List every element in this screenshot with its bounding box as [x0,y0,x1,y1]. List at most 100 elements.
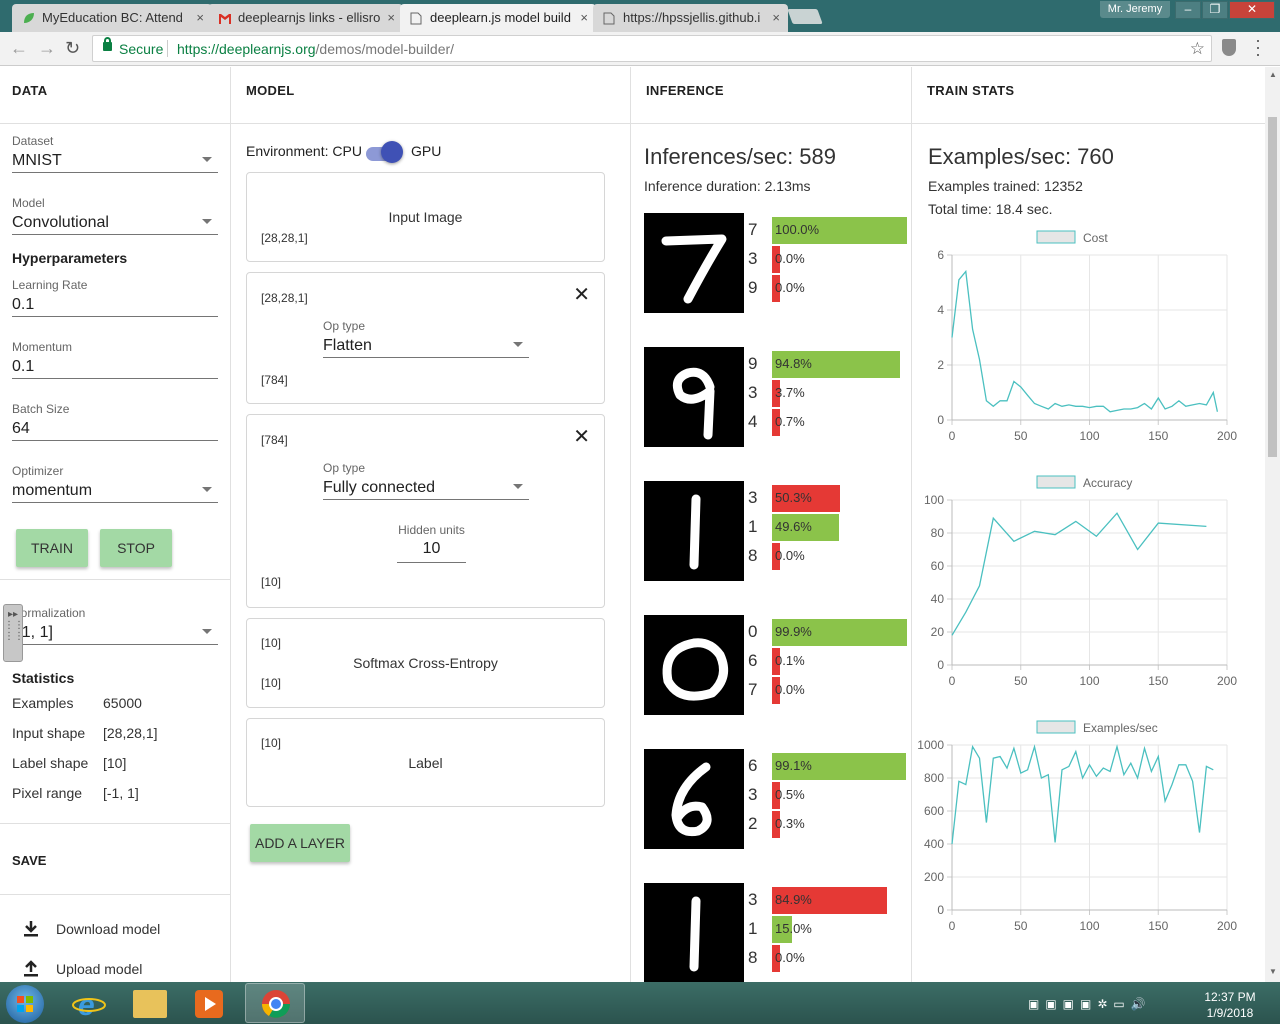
scrollbar-thumb[interactable] [1268,117,1277,457]
caret-down-icon [202,219,212,224]
close-icon[interactable]: × [196,10,204,25]
x-tick-label: 0 [949,674,956,688]
scroll-up-icon[interactable]: ▲ [1269,70,1277,79]
stat-input-shape: Input shape [28,28,1] [12,725,158,741]
layer-name: Input Image [388,209,463,225]
stop-button[interactable]: STOP [100,529,172,567]
hidden-units-input[interactable]: Hidden units 10 [397,523,466,563]
batch-size-label: Batch Size [12,402,70,416]
tab-model-builder[interactable]: deeplearn.js model build × [400,4,596,32]
input-layer-card: Input Image [28,28,1] [246,172,605,262]
x-tick-label: 200 [1217,919,1237,933]
chrome-taskbar-button[interactable] [245,983,305,1023]
minimize-button[interactable]: – [1175,1,1201,19]
gpu-label: GPU [411,143,442,159]
back-arrow-icon[interactable]: ← [10,38,28,59]
clock[interactable]: 12:37 PM 1/9/2018 [1190,989,1270,1021]
legend-label: Examples/sec [1083,721,1158,735]
optimizer-label: Optimizer [12,464,64,478]
tab-title: deeplearn.js model build [430,10,571,25]
learning-rate-input[interactable]: Learning Rate 0.1 [12,278,218,317]
series-line [951,744,1214,845]
op-type-value: Flatten [323,337,372,354]
examples-per-sec: Examples/sec: 760 [928,144,1114,169]
tab-hpssjellis[interactable]: https://hpssjellis.github.i × [593,4,788,32]
upload-icon [24,960,38,977]
file-explorer-icon[interactable] [133,990,167,1018]
maximize-button[interactable]: ❐ [1202,1,1228,19]
close-icon[interactable]: × [772,10,780,25]
hidden-units-value: 10 [397,537,466,563]
tab-myeducation[interactable]: MyEducation BC: Attend × [12,4,212,32]
x-tick-label: 0 [949,429,956,443]
close-window-button[interactable]: ✕ [1229,1,1275,19]
close-icon[interactable]: ✕ [573,285,590,305]
y-tick-label: 80 [931,526,945,540]
menu-dots-icon[interactable]: · · · [1255,31,1261,63]
add-layer-button[interactable]: ADD A LAYER [250,824,350,862]
media-player-icon[interactable] [195,990,223,1018]
prediction-percent: 94.8% [775,356,812,371]
environment-label: Environment: CPU [246,143,362,159]
bookmark-star-icon[interactable]: ☆ [1190,39,1205,59]
windows-taskbar: e ▣▣▣▣✲▭🔊 12:37 PM 1/9/2018 [0,982,1280,1024]
statistics-title: Statistics [12,670,75,686]
drag-handle[interactable]: ▸▸ ⋮⋮ ⋮⋮ [3,604,24,662]
divider [0,579,231,580]
digit-image [644,347,744,447]
address-bar[interactable]: Secure https://deeplearnjs.org/demos/mod… [92,35,1212,62]
model-select[interactable]: Model Convolutional [12,196,218,235]
x-tick-label: 100 [1079,429,1099,443]
prediction-percent: 50.3% [775,490,812,505]
profile-badge[interactable]: Mr. Jeremy [1100,1,1170,18]
tab-title: MyEducation BC: Attend [42,10,183,25]
start-button[interactable] [6,985,44,1023]
shield-extension-icon[interactable] [1222,39,1236,56]
dataset-select[interactable]: Dataset MNIST [12,134,218,173]
op-type-select[interactable]: Op type Fully connected [323,461,529,500]
hidden-units-label: Hidden units [398,523,465,537]
prediction-label: 9 [748,278,758,297]
prediction-label: 3 [748,890,758,909]
op-type-select[interactable]: Op type Flatten [323,319,529,358]
save-title: SAVE [12,853,47,868]
legend-swatch [1036,230,1076,244]
digit-image [644,615,744,715]
model-label: Model [12,196,45,210]
train-button[interactable]: TRAIN [16,529,88,567]
reload-icon[interactable]: ↻ [65,38,80,59]
tab-gmail[interactable]: deeplearnjs links - ellisro × [208,4,403,32]
new-tab-button[interactable] [787,9,823,24]
inference-header: INFERENCE [631,67,911,124]
prediction-percent: 0.3% [775,816,805,831]
gmail-icon [218,12,231,25]
environment-toggle[interactable] [381,141,403,163]
total-time: Total time: 18.4 sec. [928,201,1053,217]
batch-size-input[interactable]: Batch Size 64 [12,402,218,441]
url-path: /demos/model-builder/ [315,41,455,57]
layer-in-shape: [10] [261,636,282,650]
layer-in-shape: [28,28,1] [261,291,308,305]
y-tick-label: 600 [924,804,944,818]
forward-arrow-icon[interactable]: → [38,38,56,59]
y-tick-label: 20 [931,625,945,639]
hyperparameters-title: Hyperparameters [12,250,128,266]
momentum-value: 0.1 [12,358,35,375]
close-icon[interactable]: × [387,10,395,25]
prediction-label: 2 [748,814,758,833]
layer-out-shape: [10] [261,676,282,690]
system-tray-icons[interactable]: ▣▣▣▣✲▭🔊 [1028,997,1152,1011]
page-scrollbar[interactable]: ▲ ▼ [1265,67,1280,982]
y-tick-label: 0 [937,903,944,917]
prediction-percent: 99.1% [775,758,812,773]
optimizer-select[interactable]: Optimizer momentum [12,464,218,503]
download-icon [24,921,38,937]
stat-value: [28,28,1] [103,725,158,741]
normalization-select[interactable]: Normalization [-1, 1] [12,606,218,645]
scroll-down-icon[interactable]: ▼ [1269,967,1277,976]
close-icon[interactable]: × [580,10,588,25]
momentum-input[interactable]: Momentum 0.1 [12,340,218,379]
close-icon[interactable]: ✕ [573,427,590,447]
stat-examples: Examples 65000 [12,695,142,711]
internet-explorer-icon[interactable]: e [70,988,108,1022]
